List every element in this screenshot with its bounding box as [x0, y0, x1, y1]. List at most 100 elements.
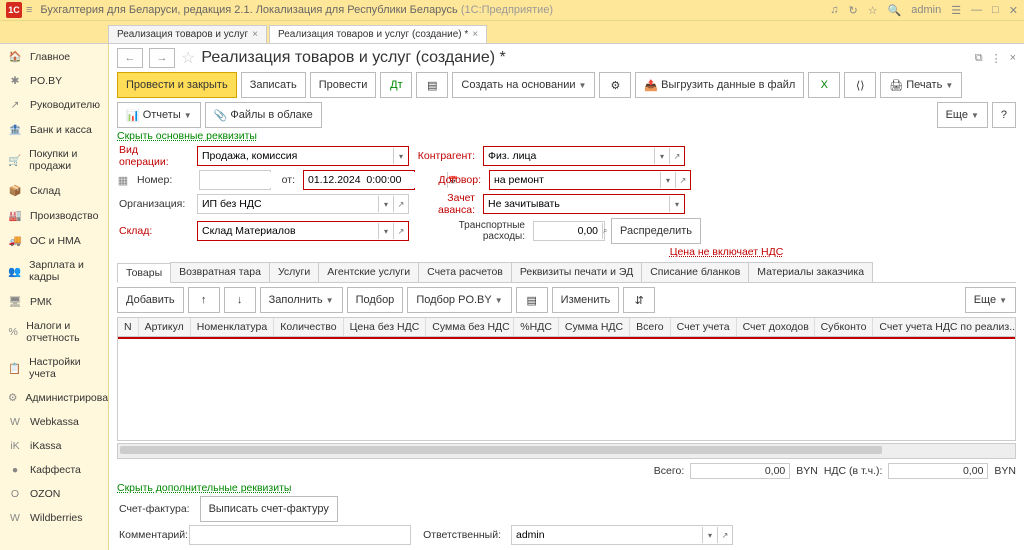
move-down-button[interactable]: ↓ — [224, 287, 256, 313]
sidebar-item-5[interactable]: 📦Склад — [0, 178, 108, 203]
contract-input[interactable] — [490, 172, 660, 188]
post-close-button[interactable]: Провести и закрыть — [117, 72, 237, 98]
more-button[interactable]: Еще▼ — [937, 102, 988, 128]
resp-field[interactable]: ▾ ↗ — [511, 525, 733, 545]
dropdown-icon[interactable]: ▾ — [669, 196, 684, 212]
xml-icon-button[interactable]: ⟨⟩ — [844, 72, 876, 98]
open-external-icon[interactable]: ⧉ — [975, 52, 983, 65]
fill-button[interactable]: Заполнить▼ — [260, 287, 343, 313]
resp-input[interactable] — [512, 527, 702, 543]
org-field[interactable]: ▾ ↗ — [197, 194, 409, 214]
grid-header[interactable]: Сумма без НДС — [426, 318, 514, 336]
extra-icon-button[interactable]: ⇵ — [623, 287, 655, 313]
sidebar-item-8[interactable]: 👥Зарплата и кадры — [0, 253, 108, 289]
sidebar-item-1[interactable]: ✱PO.BY — [0, 69, 108, 93]
horizontal-scrollbar[interactable] — [117, 443, 1016, 459]
write-sf-button[interactable]: Выписать счет-фактуру — [200, 496, 338, 522]
move-up-button[interactable]: ↑ — [188, 287, 220, 313]
counterparty-input[interactable] — [484, 148, 654, 164]
op-type-input[interactable] — [198, 148, 393, 164]
dropdown-icon[interactable]: ▾ — [378, 223, 393, 239]
sidebar-item-0[interactable]: 🏠Главное — [0, 44, 108, 69]
post-button[interactable]: Провести — [310, 72, 377, 98]
comment-input[interactable] — [190, 527, 410, 543]
minimize-icon[interactable]: — — [971, 4, 982, 16]
open-icon[interactable]: ↗ — [675, 172, 690, 188]
open-icon[interactable]: ↗ — [393, 196, 408, 212]
create-based-button[interactable]: Создать на основании▼ — [452, 72, 595, 98]
scan-icon-button[interactable]: ▤ — [516, 287, 548, 313]
price-mode-link[interactable]: Цена не включает НДС — [437, 246, 1016, 258]
grid-header[interactable]: Счет учета — [671, 318, 737, 336]
open-icon[interactable]: ↗ — [669, 148, 684, 164]
inner-tab-3[interactable]: Агентские услуги — [318, 262, 419, 282]
write-button[interactable]: Записать — [241, 72, 306, 98]
grid-header[interactable]: Субконто — [815, 318, 874, 336]
bell-icon[interactable]: ♫ — [830, 4, 838, 16]
warehouse-field[interactable]: ▾ ↗ — [197, 221, 409, 241]
add-row-button[interactable]: Добавить — [117, 287, 184, 313]
star-icon[interactable]: ☆ — [868, 4, 878, 17]
sidebar-item-6[interactable]: 🏭Производство — [0, 203, 108, 228]
grid-header[interactable]: N — [118, 318, 139, 336]
dropdown-icon[interactable]: ▾ — [378, 196, 393, 212]
comment-field[interactable] — [189, 525, 411, 545]
nav-back-button[interactable]: ← — [117, 48, 143, 68]
advance-field[interactable]: ▾ — [483, 194, 685, 214]
date-field[interactable]: 📅 — [303, 170, 415, 190]
transport-field[interactable]: ⌕ — [533, 221, 605, 241]
contract-field[interactable]: ▾ ↗ — [489, 170, 691, 190]
sidebar-item-2[interactable]: ↗Руководителю — [0, 93, 108, 117]
grid-header[interactable]: Счет доходов — [737, 318, 815, 336]
hide-main-link[interactable]: Скрыть основные реквизиты — [117, 130, 1016, 142]
options-icon[interactable]: ⋮ — [991, 52, 1002, 65]
distribute-button[interactable]: Распределить — [611, 218, 701, 244]
sidebar-item-9[interactable]: 🖥РМК — [0, 289, 108, 314]
hide-extra-link[interactable]: Скрыть дополнительные реквизиты — [117, 482, 291, 494]
pick-po-button[interactable]: Подбор PO.BY▼ — [407, 287, 511, 313]
grid-header[interactable]: Количество — [274, 318, 343, 336]
reports-button[interactable]: 📊 Отчеты▼ — [117, 102, 201, 128]
grid-header[interactable]: Сумма НДС — [559, 318, 630, 336]
help-button[interactable]: ? — [992, 102, 1016, 128]
print-button[interactable]: 🖨 Печать▼ — [880, 72, 962, 98]
dropdown-icon[interactable]: ▾ — [393, 148, 408, 164]
inner-tab-1[interactable]: Возвратная тара — [170, 262, 270, 282]
inner-tab-5[interactable]: Реквизиты печати и ЭД — [511, 262, 642, 282]
calc-icon[interactable]: ⌕ — [602, 223, 607, 239]
grid-header[interactable]: Номенклатура — [191, 318, 274, 336]
open-icon[interactable]: ↗ — [717, 527, 732, 543]
tab-background[interactable]: Реализация товаров и услуг × — [108, 25, 267, 43]
sidebar-item-7[interactable]: 🚚ОС и НМА — [0, 228, 108, 253]
username[interactable]: admin — [911, 4, 941, 16]
close-icon[interactable]: ✕ — [1009, 4, 1018, 17]
sidebar-item-14[interactable]: iKiKassa — [0, 434, 108, 458]
sidebar-item-4[interactable]: 🛒Покупки и продажи — [0, 142, 108, 178]
grid-header[interactable]: %НДС — [514, 318, 559, 336]
dropdown-icon[interactable]: ▾ — [660, 172, 675, 188]
sidebar-item-12[interactable]: ⚙Администрирование — [0, 386, 108, 410]
sidebar-item-11[interactable]: 📋Настройки учета — [0, 350, 108, 386]
inner-tab-2[interactable]: Услуги — [269, 262, 319, 282]
sidebar-item-16[interactable]: OOZON — [0, 482, 108, 506]
op-type-field[interactable]: ▾ — [197, 146, 409, 166]
hamburger-icon[interactable]: ≡ — [26, 4, 32, 16]
inner-tab-4[interactable]: Счета расчетов — [418, 262, 512, 282]
tab-active[interactable]: Реализация товаров и услуг (создание) * … — [269, 25, 487, 43]
grid-header[interactable]: Всего — [630, 318, 671, 336]
sidebar-item-3[interactable]: 🏦Банк и касса — [0, 117, 108, 142]
excel-icon-button[interactable]: X — [808, 72, 840, 98]
warehouse-input[interactable] — [198, 223, 378, 239]
settings-icon-button[interactable]: ⚙ — [599, 72, 631, 98]
close-page-icon[interactable]: × — [1010, 52, 1016, 65]
grid-header[interactable]: Счет учета НДС по реализ... — [873, 318, 1016, 336]
open-icon[interactable]: ↗ — [393, 223, 408, 239]
inner-tab-0[interactable]: Товары — [117, 263, 171, 283]
sidebar-item-10[interactable]: %Налоги и отчетность — [0, 314, 108, 350]
org-input[interactable] — [198, 196, 378, 212]
tab-close-icon[interactable]: × — [472, 29, 478, 40]
counterparty-field[interactable]: ▾ ↗ — [483, 146, 685, 166]
struct-icon-button[interactable]: ▤ — [416, 72, 448, 98]
advance-input[interactable] — [484, 196, 669, 212]
upload-file-button[interactable]: 📤 Выгрузить данные в файл — [635, 72, 804, 98]
